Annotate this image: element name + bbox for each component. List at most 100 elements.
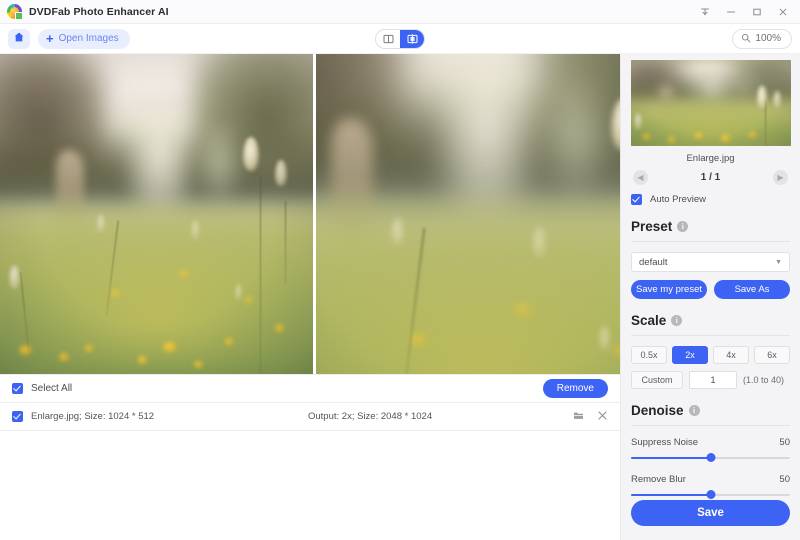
info-icon[interactable]: i <box>688 405 700 416</box>
enhanced-image <box>316 54 620 374</box>
single-pane-view-button[interactable] <box>376 30 400 48</box>
save-button-label: Save <box>697 507 724 519</box>
title-bar: DVDFab Photo Enhancer AI <box>0 0 800 24</box>
close-icon[interactable] <box>770 1 796 23</box>
preset-buttons: Save my preset Save As <box>631 280 790 299</box>
main-body: Select All Remove Enlarge.jpg; Size: 102… <box>0 54 800 540</box>
close-icon[interactable] <box>597 408 608 426</box>
preview-file-name: Enlarge.jpg <box>686 153 735 164</box>
preview-thumbnail[interactable] <box>631 60 791 146</box>
save-as-label: Save As <box>734 284 770 295</box>
table-row[interactable]: Enlarge.jpg; Size: 1024 * 512 Output: 2x… <box>0 403 620 431</box>
chevron-down-icon: ▼ <box>775 258 782 266</box>
row-actions <box>573 408 608 426</box>
scale-section-title: Scale i <box>631 313 790 328</box>
save-my-preset-label: Save my preset <box>636 284 702 295</box>
remove-blur-slider[interactable] <box>631 490 790 500</box>
divider <box>631 425 790 426</box>
maximize-icon[interactable] <box>744 1 770 23</box>
zoom-level-label: 100% <box>755 33 781 44</box>
pin-icon[interactable] <box>692 1 718 23</box>
preset-section-title: Preset i <box>631 219 790 234</box>
remove-button[interactable]: Remove <box>542 379 608 398</box>
custom-scale-button[interactable]: Custom <box>631 371 683 389</box>
plus-icon: + <box>46 31 54 46</box>
single-pane-icon <box>383 34 394 44</box>
suppress-noise-slider[interactable] <box>631 453 790 463</box>
select-all-checkbox[interactable] <box>12 383 23 394</box>
preset-selected-value: default <box>639 256 668 268</box>
magnifier-icon <box>741 30 751 48</box>
image-compare-area <box>0 54 620 374</box>
scale-option-1[interactable]: 2x <box>672 346 708 364</box>
preset-select[interactable]: default ▼ <box>631 252 790 272</box>
auto-preview-checkbox[interactable] <box>631 194 642 205</box>
toolbar: + Open Images 100% <box>0 24 800 54</box>
scale-option-label: 2x <box>685 350 695 360</box>
scale-option-3[interactable]: 6x <box>754 346 790 364</box>
preview-thumbnail-image <box>631 60 791 146</box>
preview-pager: ◀ 1 / 1 ▶ <box>631 170 790 185</box>
original-image <box>0 54 313 374</box>
scale-option-2[interactable]: 4x <box>713 346 749 364</box>
info-icon[interactable]: i <box>671 315 683 326</box>
scale-option-label: 0.5x <box>640 350 658 360</box>
slider-fill <box>631 494 711 496</box>
slider-fill <box>631 457 711 459</box>
suppress-noise-value: 50 <box>779 437 790 448</box>
slider-thumb[interactable] <box>706 490 715 499</box>
denoise-title-text: Denoise <box>631 403 684 418</box>
save-my-preset-button[interactable]: Save my preset <box>631 280 707 299</box>
auto-preview-row[interactable]: Auto Preview <box>631 194 790 205</box>
open-images-label: Open Images <box>58 33 119 44</box>
custom-scale-hint: (1.0 to 40) <box>743 375 785 385</box>
window-controls <box>692 1 796 23</box>
chevron-left-icon[interactable]: ◀ <box>633 170 648 185</box>
scale-title-text: Scale <box>631 313 667 328</box>
file-list-header: Select All Remove <box>0 374 620 403</box>
scale-option-label: 4x <box>726 350 736 360</box>
scale-option-label: 6x <box>767 350 777 360</box>
row-checkbox[interactable] <box>12 411 23 422</box>
enhanced-image-pane[interactable] <box>316 54 620 374</box>
file-list-empty-space <box>0 431 620 540</box>
suppress-noise-label-row: Suppress Noise 50 <box>631 437 790 448</box>
minimize-icon[interactable] <box>718 1 744 23</box>
split-pane-icon <box>407 33 418 44</box>
custom-scale-label: Custom <box>641 375 673 385</box>
custom-scale-value: 1 <box>710 375 716 385</box>
remove-label: Remove <box>556 383 594 394</box>
file-name-and-size: Enlarge.jpg; Size: 1024 * 512 <box>31 411 155 422</box>
preset-title-text: Preset <box>631 219 673 234</box>
file-output-info: Output: 2x; Size: 2048 * 1024 <box>308 411 433 422</box>
auto-preview-label: Auto Preview <box>650 194 706 205</box>
scale-option-0[interactable]: 0.5x <box>631 346 667 364</box>
remove-blur-value: 50 <box>779 474 790 485</box>
view-mode-toggle <box>375 28 425 49</box>
application-window: DVDFab Photo Enhancer AI + Open Images 1… <box>0 0 800 540</box>
app-logo-icon <box>7 4 23 20</box>
remove-blur-label: Remove Blur <box>631 474 686 485</box>
home-button[interactable] <box>8 28 30 49</box>
preview-page-indicator: 1 / 1 <box>700 172 721 183</box>
remove-blur-label-row: Remove Blur 50 <box>631 474 790 485</box>
original-image-pane[interactable] <box>0 54 313 374</box>
info-icon[interactable]: i <box>677 221 689 232</box>
select-all-label: Select All <box>31 383 73 394</box>
suppress-noise-label: Suppress Noise <box>631 437 699 448</box>
zoom-level-control[interactable]: 100% <box>732 28 792 49</box>
split-pane-view-button[interactable] <box>400 29 424 48</box>
folder-icon[interactable] <box>573 408 584 426</box>
open-images-button[interactable]: + Open Images <box>38 28 130 49</box>
scale-options: 0.5x 2x 4x 6x <box>631 346 790 364</box>
custom-scale-row: Custom 1 (1.0 to 40) <box>631 371 790 389</box>
divider <box>631 335 790 336</box>
slider-thumb[interactable] <box>706 453 715 462</box>
home-icon <box>13 30 25 48</box>
denoise-section-title: Denoise i <box>631 403 790 418</box>
save-button[interactable]: Save <box>631 500 790 526</box>
save-as-button[interactable]: Save As <box>714 280 790 299</box>
window-title: DVDFab Photo Enhancer AI <box>29 5 169 18</box>
custom-scale-input[interactable]: 1 <box>689 371 737 389</box>
chevron-right-icon[interactable]: ▶ <box>773 170 788 185</box>
